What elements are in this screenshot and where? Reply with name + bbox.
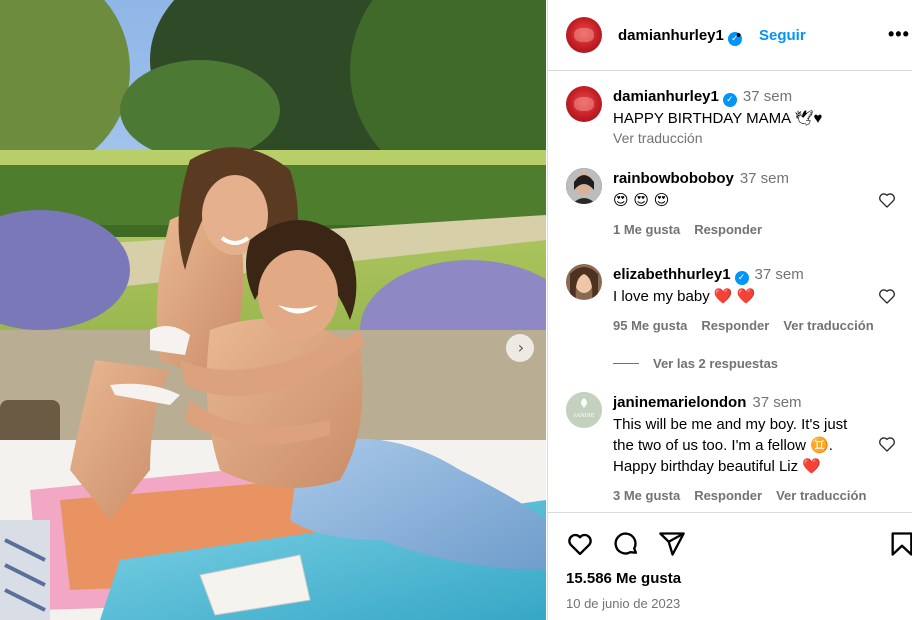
heart-icon[interactable] [877,434,897,454]
comment-username[interactable]: janinemarielondon [613,394,746,411]
caption-header: damianhurley1 ✓ 37 sem [613,88,792,107]
verified-icon: ✓ [722,93,737,107]
view-replies-button[interactable]: Ver las 2 respuestas [613,356,778,371]
translate-link[interactable]: Ver traducción [783,318,873,333]
header-username[interactable]: damianhurley1 [618,27,724,44]
comment-text-line: the two of us too. I'm a fellow ♊. [613,437,833,454]
comment-meta: 3 Me gusta Responder Ver traducción [613,488,880,503]
heart-icon[interactable] [566,530,594,558]
avatar-image [566,264,602,300]
comment-username[interactable]: rainbowboboboy [613,170,734,187]
post-date[interactable]: 10 de junio de 2023 [566,596,680,611]
comment: rainbowboboboy 37 sem 😍 😍 😍 1 Me gusta Res… [548,168,912,248]
likes-count[interactable]: 3 Me gusta [613,488,680,503]
translate-link[interactable]: Ver traducción [613,130,703,146]
comment: JANINE janinemarielondon 37 sem This will… [548,392,912,512]
comment-text-line: Happy birthday beautiful Liz ❤️ [613,458,821,475]
avatar[interactable] [566,168,602,204]
reply-button[interactable]: Responder [701,318,769,333]
caption-text: HAPPY BIRTHDAY MAMA 🕊♥ [613,108,873,129]
comment-time[interactable]: 37 sem [755,266,804,283]
avatar-image [566,168,602,204]
more-icon[interactable]: ••• [888,24,910,45]
comments-list[interactable]: damianhurley1 ✓ 37 sem HAPPY BIRTHDAY MAMA… [548,72,912,512]
likes-count[interactable]: 1 Me gusta [613,222,680,237]
comment-text: This will be me and my boy. It's just th… [613,414,873,477]
comment-text-content: I love my baby ❤️ ❤️ [613,288,756,305]
comment-username[interactable]: elizabethhurley1 [613,266,731,283]
comment-header: rainbowboboboy 37 sem [613,170,789,187]
post-photo[interactable]: › [0,0,546,620]
bookmark-icon[interactable] [888,530,912,558]
post-sidebar: damianhurley1 ✓ • Seguir ••• damianhurley… [547,0,912,620]
comment-text: I love my baby ❤️ ❤️ [613,286,873,307]
avatar[interactable]: JANINE [566,392,602,428]
caption-time[interactable]: 37 sem [743,88,792,105]
comment-text: 😍 😍 😍 [613,191,670,209]
avatar[interactable] [566,86,602,122]
instagram-post: › damianhurley1 ✓ • Seguir ••• damianhurl… [0,0,912,620]
follow-button[interactable]: Seguir [759,27,806,44]
next-photo-button[interactable]: › [506,334,534,362]
likes-count[interactable]: 95 Me gusta [613,318,687,333]
comment-time[interactable]: 37 sem [752,394,801,411]
avatar-logo-text: JANINE [574,413,595,419]
avatar[interactable] [566,17,602,53]
comment-time[interactable]: 37 sem [740,170,789,187]
replies-divider [613,363,639,364]
post-header: damianhurley1 ✓ • Seguir ••• [548,0,912,71]
reply-button[interactable]: Responder [694,488,762,503]
avatar[interactable] [566,264,602,300]
header-username-row[interactable]: damianhurley1 ✓ [618,27,742,46]
comment-header: janinemarielondon 37 sem [613,394,802,411]
comment-meta: 1 Me gusta Responder [613,222,776,237]
caption-translate[interactable]: Ver traducción [613,130,717,146]
avatar-image: JANINE [566,392,602,428]
heart-icon[interactable] [877,190,897,210]
comment-icon[interactable] [612,530,640,558]
comment-meta: 95 Me gusta Responder Ver traducción [613,318,888,333]
post-actions: 15.586 Me gusta 10 de junio de 2023 [548,512,912,620]
comment-header: elizabethhurley1 ✓ 37 sem [613,266,804,285]
chevron-right-icon: › [517,338,525,357]
verified-icon: ✓ [734,271,749,285]
caption-text-content: HAPPY BIRTHDAY MAMA 🕊♥ [613,110,823,127]
reply-button[interactable]: Responder [694,222,762,237]
caption-username[interactable]: damianhurley1 [613,88,719,105]
comment-text-line: This will be me and my boy. It's just [613,416,848,433]
translate-link[interactable]: Ver traducción [776,488,866,503]
share-icon[interactable] [658,530,686,558]
post-likes-count[interactable]: 15.586 Me gusta [566,570,681,587]
heart-icon[interactable] [877,286,897,306]
view-replies-label[interactable]: Ver las 2 respuestas [653,356,778,371]
caption: damianhurley1 ✓ 37 sem HAPPY BIRTHDAY MAMA… [548,86,912,156]
comment: elizabethhurley1 ✓ 37 sem I love my baby ❤… [548,264,912,374]
photo-illustration [0,0,546,620]
separator: • [736,27,742,44]
